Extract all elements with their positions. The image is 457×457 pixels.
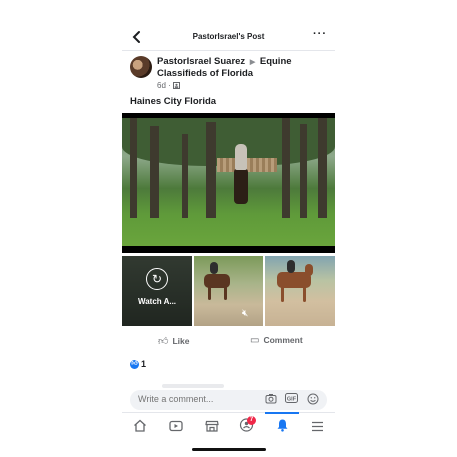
active-tab-indicator (265, 412, 299, 414)
camera-icon[interactable] (264, 393, 277, 406)
rider (287, 260, 295, 273)
rider (235, 144, 247, 170)
more-options-button[interactable]: ··· (313, 28, 327, 40)
tree-trunk (182, 134, 188, 218)
tree-trunk (130, 118, 137, 218)
rider (210, 262, 218, 274)
like-button[interactable]: 👍︎ Like (158, 335, 189, 347)
header-divider (122, 50, 335, 51)
top-bar: PastorIsrael's Post ··· (122, 28, 335, 48)
groups-icon[interactable]: 7 (236, 416, 256, 438)
suggested-videos: ↻ Watch A... 🔇︎ (122, 256, 335, 326)
horse (234, 168, 248, 204)
horse-leg (208, 286, 211, 300)
video-frame (122, 118, 335, 246)
video-icon[interactable] (166, 418, 186, 438)
nav-divider (122, 412, 335, 413)
home-indicator (192, 448, 266, 451)
post-caption: Haines City Florida (130, 96, 217, 107)
marketplace-icon[interactable] (202, 418, 222, 438)
comment-label: Comment (263, 335, 303, 345)
gif-icon[interactable]: GIF (285, 393, 298, 406)
menu-icon[interactable] (307, 418, 327, 438)
post-actions: 👍︎ Like ▭ Comment (122, 331, 335, 353)
post-meta: 6d · (157, 81, 181, 90)
horse-head (305, 264, 313, 276)
comment-button[interactable]: ▭ Comment (250, 335, 303, 346)
horse-leg (281, 286, 284, 302)
emoji-icon[interactable] (306, 393, 319, 406)
suggested-video-tile[interactable] (265, 256, 335, 326)
tile-overlay (122, 256, 192, 326)
suggested-video-tile[interactable]: 🔇︎ (194, 256, 263, 326)
svg-text:GIF: GIF (287, 396, 297, 402)
suggested-video-tile[interactable]: ↻ Watch A... (122, 256, 192, 326)
post-time[interactable]: 6d (157, 81, 166, 90)
page-title: PastorIsrael's Post (192, 32, 265, 41)
notifications-icon[interactable] (272, 418, 292, 438)
like-label: Like (172, 336, 190, 346)
group-icon (173, 82, 181, 90)
author-name-link[interactable]: PastorIsrael Suarez (157, 56, 245, 67)
comment-preview-placeholder (162, 384, 224, 388)
post-author-line: PastorIsrael Suarez ▶ Equine Classifieds… (157, 56, 327, 79)
reaction-count: 1 (141, 359, 147, 369)
tree-trunk (318, 118, 327, 218)
author-avatar[interactable] (130, 56, 152, 78)
bottom-nav: 7 (122, 412, 335, 442)
comment-bar: GIF (130, 390, 327, 410)
tree-trunk (300, 124, 307, 218)
horse-leg (224, 286, 227, 300)
comment-icon: ▭ (250, 335, 260, 346)
post-video[interactable] (122, 113, 335, 253)
groups-badge: 7 (247, 416, 256, 425)
watch-again-label[interactable]: Watch A... (122, 297, 192, 306)
like-reaction-icon: 👍︎ (130, 360, 139, 370)
reaction-summary[interactable]: 👍︎ 1 (130, 359, 147, 370)
share-arrow-icon: ▶ (249, 59, 256, 66)
thumbs-up-icon: 👍︎ (158, 336, 169, 347)
muted-speaker-icon[interactable]: 🔇︎ (242, 308, 248, 319)
facebook-post-screen: PastorIsrael's Post ··· PastorIsrael Sua… (122, 22, 335, 454)
tree-trunk (282, 118, 290, 218)
tree-trunk (206, 122, 216, 218)
tree-trunk (150, 126, 159, 218)
home-icon[interactable] (130, 418, 150, 438)
comment-input[interactable] (138, 394, 248, 404)
replay-icon[interactable]: ↻ (146, 268, 168, 290)
horse-leg (303, 286, 306, 302)
